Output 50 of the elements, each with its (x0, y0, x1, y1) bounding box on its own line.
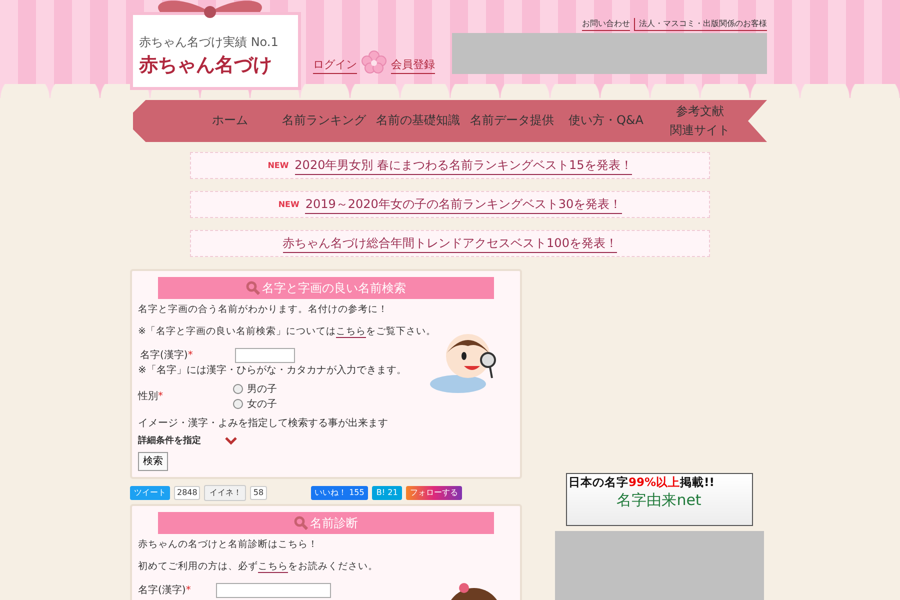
nav-link[interactable]: 名前ランキング (277, 111, 371, 131)
new-label: NEW (278, 198, 300, 210)
flower-icon (361, 50, 387, 74)
radio-label[interactable]: 女の子 (247, 396, 277, 412)
detail-toggle[interactable]: 詳細条件を指定 (138, 434, 514, 448)
radio-label[interactable]: 男の子 (247, 382, 277, 396)
new-label: NEW (268, 160, 289, 172)
header-link[interactable]: 法人・マスコミ・出版関係のお客様 (634, 18, 767, 31)
detail-note: イメージ・漢字・よみを指定して検索する事が出来ます (138, 416, 389, 430)
note-text: ※「名字と字画の良い名前検索」については こちら をご覧下さい。 (138, 325, 437, 340)
chevron-icon (225, 437, 237, 446)
register-link[interactable]: 会員登録 (391, 56, 435, 74)
share-button[interactable]: イイネ！ (204, 485, 246, 501)
intro-text: 名字と字画の合う名前がわかります。名付けの参考に！ (138, 303, 389, 317)
notice-link[interactable]: 赤ちゃん名づけ総合年間トレンドアクセスベスト100を発表！ (282, 234, 618, 253)
search-button[interactable]: 検索 (138, 452, 168, 471)
banner-headline: 日本の名字99%以上掲載!! (568, 474, 716, 491)
intro-text: 赤ちゃんの名づけと名前診断はこちら！ (138, 538, 319, 552)
here-link[interactable]: こちら (258, 561, 288, 574)
note-text: 初めてご利用の方は、必ず こちら をお読みください。 (138, 560, 379, 574)
share-count: 2848 (174, 486, 200, 500)
login-link[interactable]: ログイン (313, 56, 357, 74)
header-link[interactable]: お問い合わせ (582, 18, 630, 31)
nav-link[interactable]: 名前データ提供 (465, 111, 559, 131)
field-label: 名字(漢字)* (140, 348, 194, 362)
here-link[interactable]: こちら (336, 326, 366, 338)
banner-brand: 名字由来net (616, 491, 702, 510)
radio-button[interactable] (233, 399, 243, 409)
search-icon (246, 281, 260, 295)
field-label: 性別* (138, 390, 164, 404)
surname-input[interactable] (235, 348, 295, 362)
nav-link[interactable]: 名前の基礎知識 (371, 111, 465, 131)
field-label: 名字(漢字)* (138, 584, 192, 598)
search-icon (294, 516, 308, 530)
site-logo[interactable]: 赤ちゃん名づけ (139, 51, 292, 80)
radio-button[interactable] (233, 384, 243, 394)
hint-text: ※「名字」には漢字・ひらがな・カタカナが入力できます。 (138, 364, 408, 378)
panel-title: 名前診断 (310, 515, 358, 532)
notice-link[interactable]: 2019～2020年女の子の名前ランキングベスト30を発表！ (305, 195, 622, 214)
surname-input[interactable] (216, 582, 331, 598)
ribbon-bow-icon (158, 0, 262, 18)
panel-title: 名字と字画の良い名前検索 (262, 280, 406, 297)
nav-link[interactable]: 使い方・Q&A (559, 111, 653, 131)
notice-link[interactable]: 2020年男女別 春にまつわる名前ランキングベスト15を発表！ (294, 156, 632, 175)
tagline: 赤ちゃん名づけ実績 No.1 (139, 34, 280, 51)
share-button[interactable]: いいね！ 155 (310, 486, 368, 500)
nav-link[interactable]: ホーム (183, 111, 277, 131)
share-count: 58 (250, 486, 267, 500)
share-button[interactable]: フォローする (406, 486, 462, 500)
nav-link[interactable]: 参考文献 関連サイト (653, 102, 747, 140)
